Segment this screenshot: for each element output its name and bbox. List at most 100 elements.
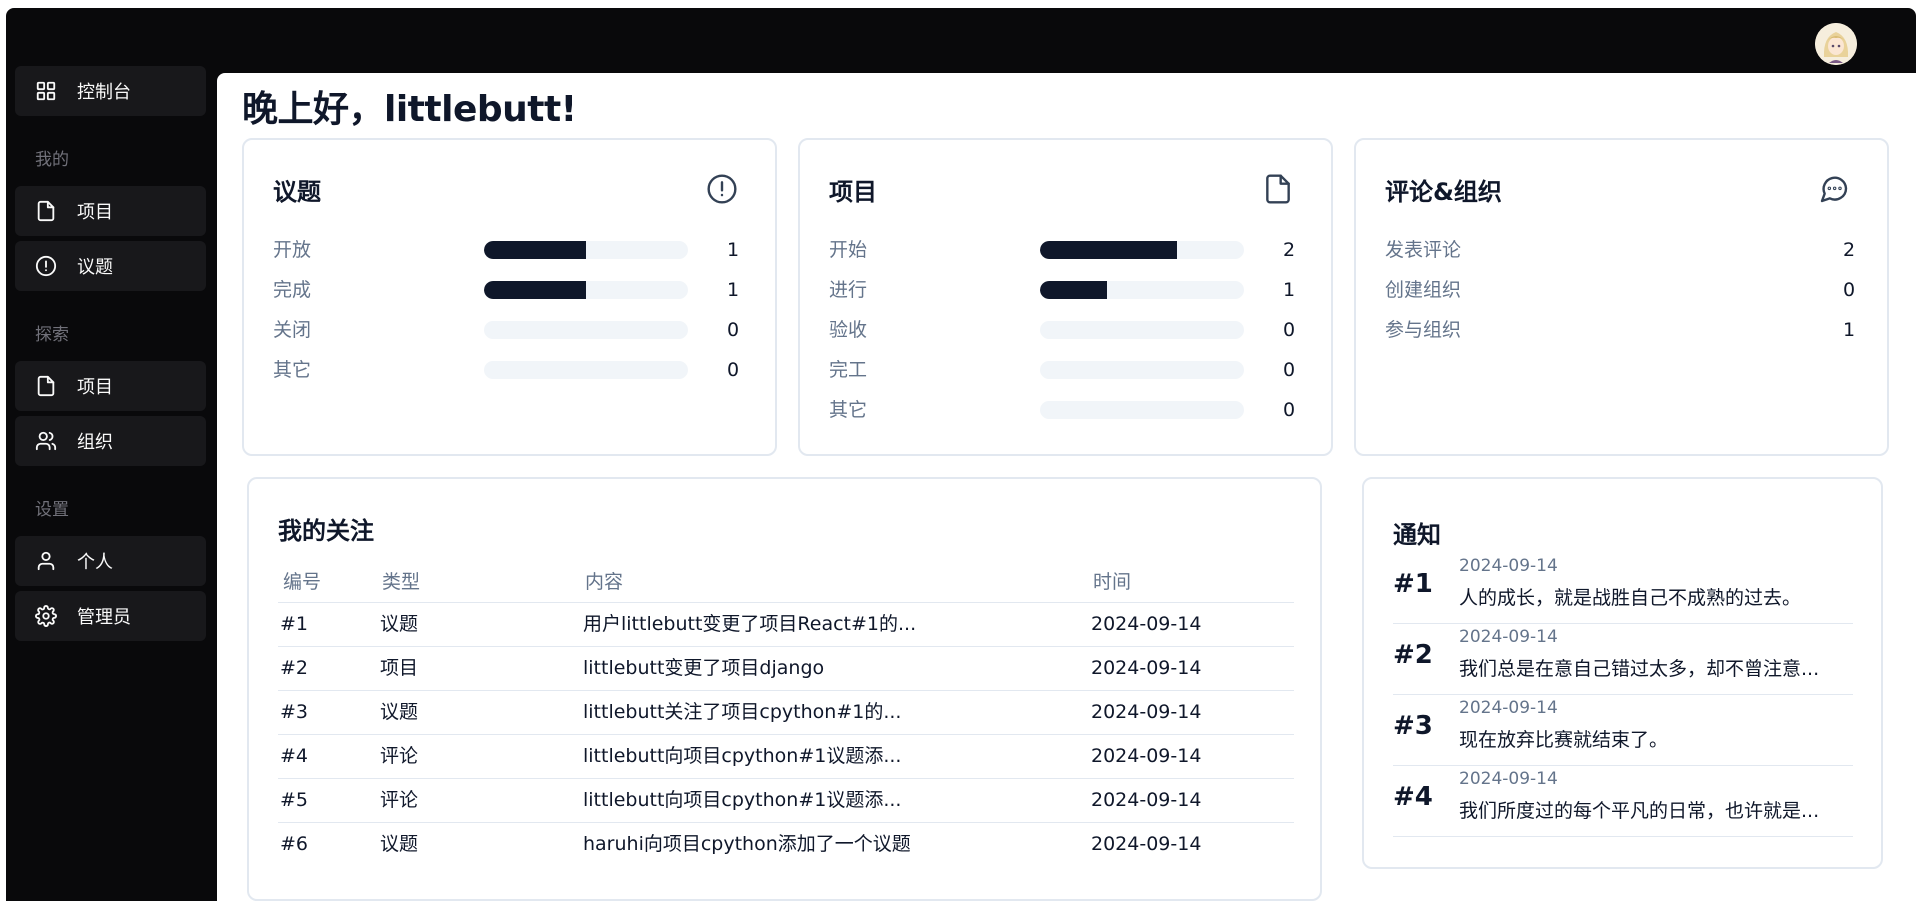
message-circle-icon [1818, 173, 1850, 205]
sidebar-item-my-issues[interactable]: 议题 [15, 241, 206, 291]
progress-fill [1040, 281, 1108, 299]
stat-value: 1 [727, 279, 740, 301]
stat-value: 0 [1283, 359, 1296, 381]
divider [1393, 836, 1853, 837]
sidebar-item-admin[interactable]: 管理员 [15, 591, 206, 641]
cell-time: 2024-09-14 [1091, 789, 1202, 811]
progress-bar [1040, 241, 1244, 259]
alert-circle-icon [706, 173, 738, 205]
progress-fill [484, 281, 586, 299]
notice-date: 2024-09-14 [1459, 769, 1558, 789]
cell-type: 评论 [380, 745, 419, 767]
sidebar-item-personal[interactable]: 个人 [15, 536, 206, 586]
stat-row: 完成 1 [273, 276, 743, 304]
alert-circle-icon [35, 255, 57, 277]
stat-value: 1 [727, 239, 740, 261]
column-header: 类型 [382, 571, 421, 593]
stat-row: 创建组织 0 [1385, 276, 1855, 304]
card-title: 通知 [1393, 521, 1441, 549]
stat-row: 其它 0 [829, 396, 1299, 424]
grid-icon [35, 80, 57, 102]
stat-value: 0 [727, 319, 740, 341]
sidebar-item-dashboard[interactable]: 控制台 [15, 66, 206, 116]
table-row[interactable]: #3 议题 littlebutt关注了项目cpython#1的... 2024-… [278, 691, 1294, 734]
card-title: 项目 [829, 178, 877, 206]
card-title: 议题 [273, 178, 321, 206]
stat-row: 关闭 0 [273, 316, 743, 344]
notice-date: 2024-09-14 [1459, 556, 1558, 576]
section-label-mine: 我的 [35, 150, 69, 170]
stat-value: 2 [1283, 239, 1296, 261]
cell-id: #4 [280, 745, 309, 767]
cell-type: 项目 [380, 657, 419, 679]
main-content: 晚上好，littlebutt! 议题 开放 1 完成 1 关闭 0 其它 0 项… [217, 73, 1916, 901]
cell-content: littlebutt变更了项目django [583, 657, 825, 679]
cell-type: 议题 [380, 833, 419, 855]
stat-value: 1 [1283, 279, 1296, 301]
table-row[interactable]: #2 项目 littlebutt变更了项目django 2024-09-14 [278, 647, 1294, 690]
notice-item[interactable]: #1 2024-09-14 人的成长，就是战胜自己不成熟的过去。 [1393, 553, 1853, 624]
progress-fill [1040, 241, 1177, 259]
cell-time: 2024-09-14 [1091, 833, 1202, 855]
cell-type: 评论 [380, 789, 419, 811]
stat-row: 进行 1 [829, 276, 1299, 304]
progress-bar [1040, 401, 1244, 419]
table-row[interactable]: #1 议题 用户littlebutt变更了项目React#1的... 2024-… [278, 603, 1294, 646]
cell-type: 议题 [380, 701, 419, 723]
stat-label: 完成 [273, 279, 312, 301]
user-icon [35, 550, 57, 572]
progress-bar [484, 281, 688, 299]
progress-bar [484, 361, 688, 379]
sidebar-item-label: 个人 [77, 552, 113, 573]
sidebar-item-explore-projects[interactable]: 项目 [15, 361, 206, 411]
progress-bar [1040, 361, 1244, 379]
notice-item[interactable]: #4 2024-09-14 我们所度过的每个平凡的日常，也许就是... [1393, 766, 1853, 837]
sidebar-item-label: 控制台 [77, 82, 131, 103]
table-row[interactable]: #4 评论 littlebutt向项目cpython#1议题添... 2024-… [278, 735, 1294, 778]
sidebar-item-organizations[interactable]: 组织 [15, 416, 206, 466]
stat-label: 开始 [829, 239, 868, 261]
column-header: 时间 [1093, 571, 1132, 593]
file-icon [35, 200, 57, 222]
notice-item[interactable]: #3 2024-09-14 现在放弃比赛就结束了。 [1393, 695, 1853, 766]
stat-value: 0 [1283, 319, 1296, 341]
cell-time: 2024-09-14 [1091, 745, 1202, 767]
notice-number: #4 [1393, 782, 1433, 812]
stat-label: 参与组织 [1385, 319, 1462, 341]
progress-bar [484, 321, 688, 339]
stat-row: 完工 0 [829, 356, 1299, 384]
cell-id: #1 [280, 613, 309, 635]
cell-type: 议题 [380, 613, 419, 635]
cell-content: littlebutt关注了项目cpython#1的... [583, 701, 902, 723]
stat-label: 进行 [829, 279, 868, 301]
stat-value: 1 [1843, 319, 1856, 341]
notice-text: 我们总是在意自己错过太多，却不曾注意... [1459, 658, 1820, 680]
user-avatar[interactable] [1815, 23, 1857, 65]
card-title: 评论&组织 [1385, 178, 1502, 206]
notice-date: 2024-09-14 [1459, 698, 1558, 718]
sidebar-item-my-projects[interactable]: 项目 [15, 186, 206, 236]
sidebar-item-label: 管理员 [77, 607, 131, 628]
stat-value: 0 [1283, 399, 1296, 421]
stat-row: 参与组织 1 [1385, 316, 1855, 344]
cell-content: littlebutt向项目cpython#1议题添... [583, 745, 902, 767]
cell-id: #5 [280, 789, 309, 811]
stat-label: 创建组织 [1385, 279, 1462, 301]
stat-value: 0 [1843, 279, 1856, 301]
comments-orgs-card: 评论&组织 发表评论 2 创建组织 0 参与组织 1 [1354, 138, 1889, 456]
cell-content: 用户littlebutt变更了项目React#1的... [583, 613, 917, 635]
table-row[interactable]: #5 评论 littlebutt向项目cpython#1议题添... 2024-… [278, 779, 1294, 822]
cell-time: 2024-09-14 [1091, 613, 1202, 635]
stat-row: 其它 0 [273, 356, 743, 384]
stat-label: 完工 [829, 359, 868, 381]
section-label-settings: 设置 [35, 500, 69, 520]
table-row[interactable]: #6 议题 haruhi向项目cpython添加了一个议题 2024-09-14 [278, 823, 1294, 866]
cell-id: #6 [280, 833, 309, 855]
notice-number: #2 [1393, 640, 1433, 670]
stat-label: 关闭 [273, 319, 312, 341]
notice-number: #1 [1393, 569, 1433, 599]
notice-item[interactable]: #2 2024-09-14 我们总是在意自己错过太多，却不曾注意... [1393, 624, 1853, 695]
file-icon [1262, 173, 1294, 205]
progress-bar [1040, 281, 1244, 299]
notices-card: 通知 #1 2024-09-14 人的成长，就是战胜自己不成熟的过去。 #2 2… [1362, 477, 1883, 869]
